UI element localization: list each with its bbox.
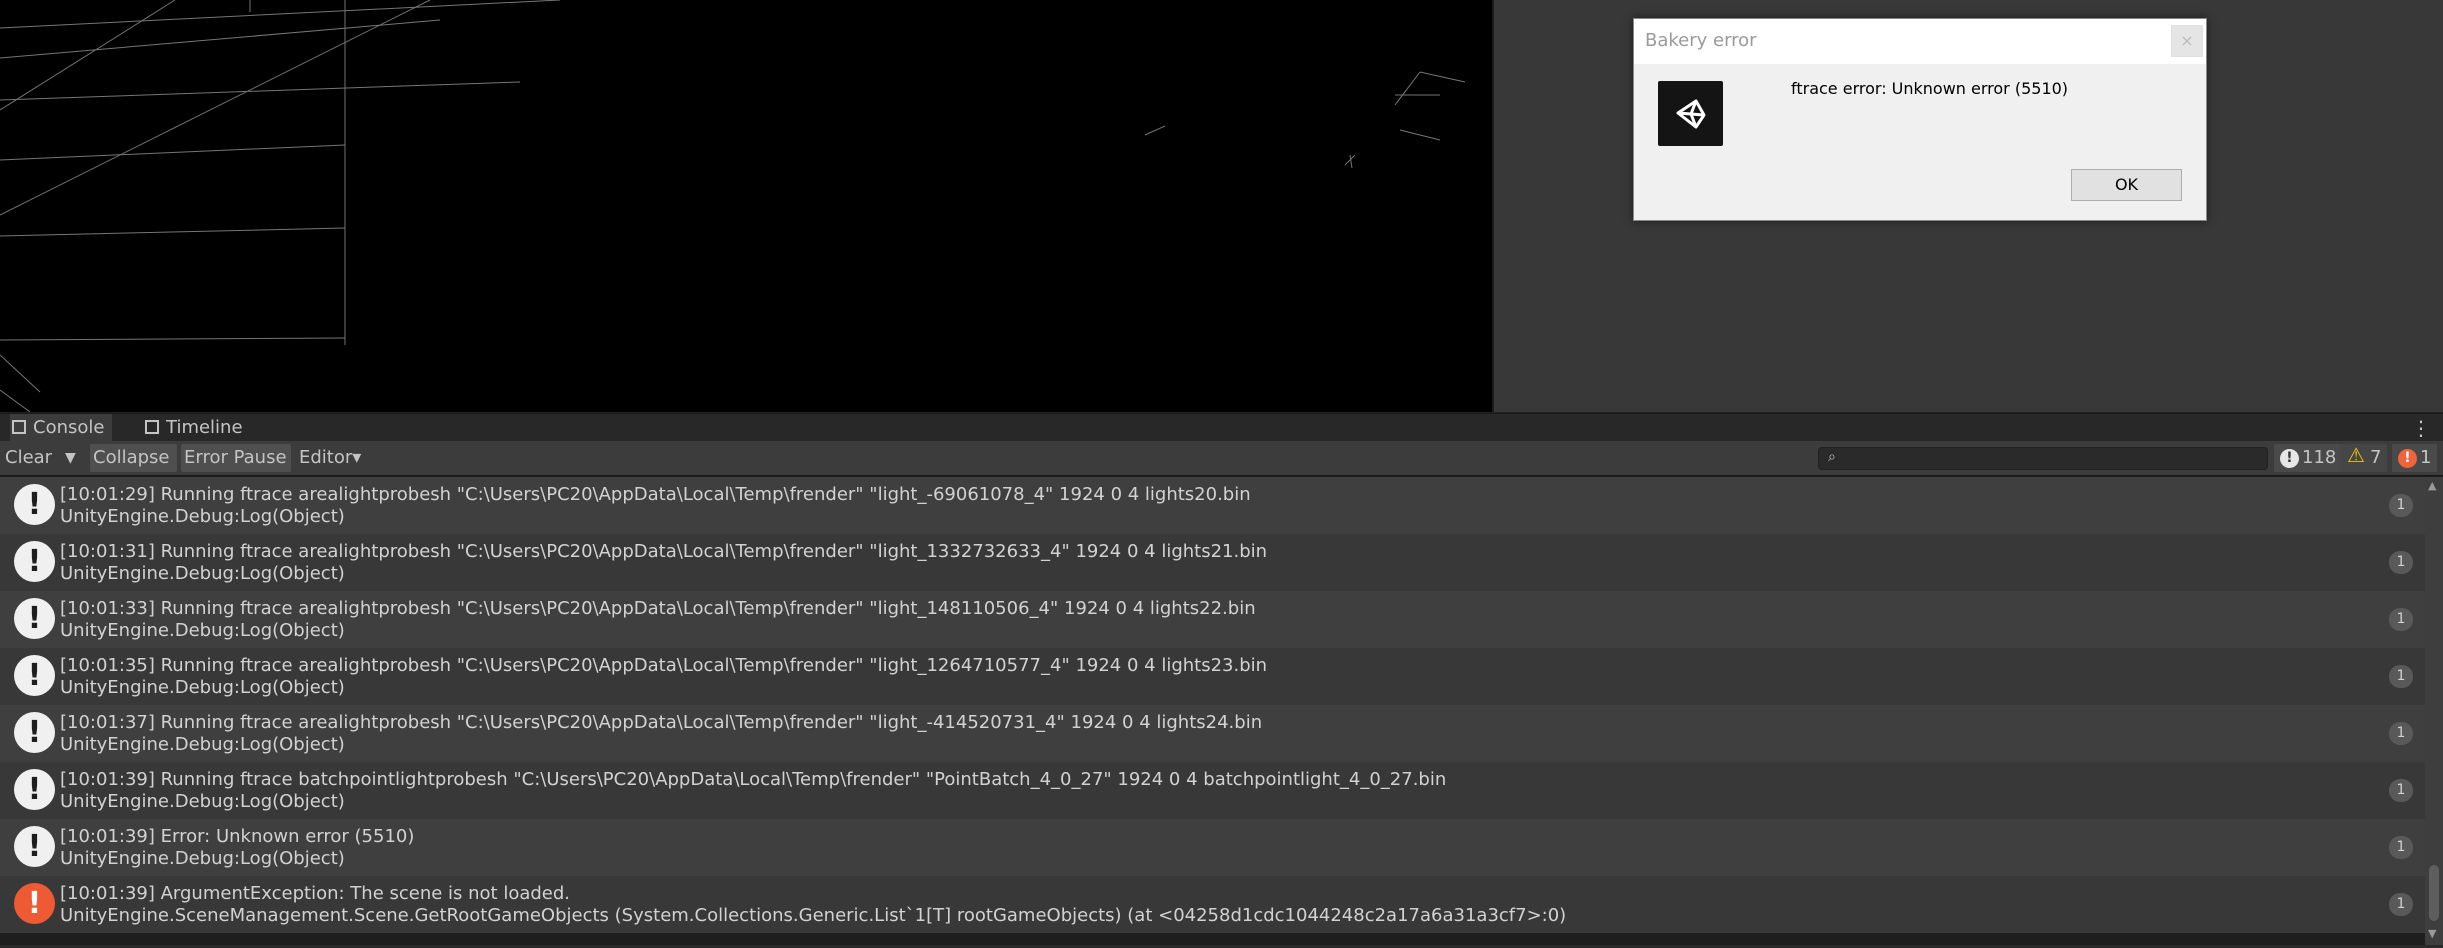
kebab-menu-icon[interactable]: ⋮ <box>2411 416 2431 440</box>
close-icon[interactable]: × <box>2171 25 2203 57</box>
log-entry[interactable]: ! [10:01:35] Running ftrace arealightpro… <box>0 648 2425 705</box>
log-count-badge: 1 <box>2389 779 2413 802</box>
error-icon: ! <box>2398 449 2417 468</box>
error-icon: ! <box>14 883 55 924</box>
error-count: 1 <box>2420 447 2432 468</box>
editor-dropdown-label: Editor <box>299 447 353 468</box>
log-stacktrace: UnityEngine.Debug:Log(Object) <box>60 506 345 527</box>
dialog-message: ftrace error: Unknown error (5510) <box>1791 79 2069 98</box>
info-icon: ! <box>14 598 55 639</box>
info-icon: ! <box>14 484 55 525</box>
log-entry[interactable]: ! [10:01:39] Running ftrace batchpointli… <box>0 762 2425 819</box>
dialog-title: Bakery error <box>1645 30 1757 51</box>
log-message: [10:01:35] Running ftrace arealightprobe… <box>60 655 1268 676</box>
info-icon: ! <box>14 541 55 582</box>
log-stacktrace: UnityEngine.Debug:Log(Object) <box>60 620 345 641</box>
warning-count-toggle[interactable]: ⚠ 7 <box>2339 443 2388 472</box>
error-pause-toggle[interactable]: Error Pause <box>181 444 291 472</box>
collapse-toggle[interactable]: Collapse <box>90 444 177 472</box>
warning-icon: ⚠ <box>2347 443 2365 467</box>
tab-console-label: Console <box>33 417 105 438</box>
clear-dropdown-icon[interactable]: ▼ <box>62 444 79 472</box>
log-stacktrace: UnityEngine.Debug:Log(Object) <box>60 677 345 698</box>
editor-dropdown[interactable]: Editor▾ <box>296 444 364 472</box>
log-entry[interactable]: ! [10:01:37] Running ftrace arealightpro… <box>0 705 2425 762</box>
log-stacktrace: UnityEngine.Debug:Log(Object) <box>60 791 345 812</box>
log-message: [10:01:37] Running ftrace arealightprobe… <box>60 712 1263 733</box>
scene-grid <box>0 0 1466 412</box>
log-count-badge: 1 <box>2389 722 2413 745</box>
log-message: [10:01:39] ArgumentException: The scene … <box>60 883 571 904</box>
log-count-badge: 1 <box>2389 551 2413 574</box>
info-icon: ! <box>14 712 55 753</box>
log-message: [10:01:39] Running ftrace batchpointligh… <box>60 769 1447 790</box>
info-icon: ! <box>14 826 55 867</box>
log-message: [10:01:31] Running ftrace arealightprobe… <box>60 541 1268 562</box>
log-stacktrace: UnityEngine.Debug:Log(Object) <box>60 734 345 755</box>
console-toolbar: Clear ▼ Collapse Error Pause Editor▾ ⌕ !… <box>0 441 2443 476</box>
log-count-toggle[interactable]: ! 118 <box>2274 444 2343 472</box>
scrollbar-thumb[interactable] <box>2429 865 2439 921</box>
clear-button[interactable]: Clear <box>2 444 55 472</box>
console-tabbar: Console Timeline ⋮ <box>0 413 2443 442</box>
scroll-up-icon[interactable]: ▲ <box>2428 479 2436 492</box>
error-entry[interactable]: ! [10:01:39] ArgumentException: The scen… <box>0 876 2425 933</box>
chevron-down-icon: ▾ <box>352 447 362 468</box>
log-scrollbar[interactable]: ▲ ▼ <box>2425 477 2443 945</box>
log-count: 118 <box>2302 447 2337 468</box>
log-stacktrace: UnityEngine.SceneManagement.Scene.GetRoo… <box>60 905 1567 926</box>
info-icon: ! <box>14 769 55 810</box>
info-icon: ! <box>14 655 55 696</box>
ok-button[interactable]: OK <box>2071 169 2182 201</box>
log-count-badge: 1 <box>2389 893 2413 916</box>
log-message: [10:01:33] Running ftrace arealightprobe… <box>60 598 1256 619</box>
search-input[interactable]: ⌕ <box>1818 447 2268 470</box>
timeline-film-icon <box>145 420 159 434</box>
log-stacktrace: UnityEngine.Debug:Log(Object) <box>60 563 345 584</box>
log-message: [10:01:39] Error: Unknown error (5510) <box>60 826 415 847</box>
scroll-down-icon[interactable]: ▼ <box>2428 927 2436 940</box>
log-entry[interactable]: ! [10:01:39] Error: Unknown error (5510)… <box>0 819 2425 876</box>
search-icon: ⌕ <box>1828 449 1836 465</box>
log-entry[interactable]: ! [10:01:33] Running ftrace arealightpro… <box>0 591 2425 648</box>
log-entry[interactable]: ! [10:01:29] Running ftrace arealightpro… <box>0 477 2425 534</box>
tab-timeline-label: Timeline <box>166 417 243 438</box>
tab-console[interactable]: Console <box>10 414 113 442</box>
unity-logo-icon <box>1658 81 1723 146</box>
warning-count: 7 <box>2370 447 2382 468</box>
log-stacktrace: UnityEngine.Debug:Log(Object) <box>60 848 345 869</box>
bakery-error-dialog: Bakery error × ftrace error: Unknown err… <box>1633 18 2207 221</box>
console-list-icon <box>12 420 26 434</box>
log-count-badge: 1 <box>2389 836 2413 859</box>
log-count-badge: 1 <box>2389 494 2413 517</box>
scene-view[interactable] <box>0 0 1492 412</box>
info-icon: ! <box>2280 449 2299 468</box>
dialog-titlebar[interactable]: Bakery error × <box>1634 19 2206 64</box>
log-list[interactable]: ! [10:01:29] Running ftrace arealightpro… <box>0 477 2425 945</box>
log-entry[interactable]: ! [10:01:31] Running ftrace arealightpro… <box>0 534 2425 591</box>
tab-timeline[interactable]: Timeline <box>145 414 243 442</box>
log-count-badge: 1 <box>2389 608 2413 631</box>
log-message: [10:01:29] Running ftrace arealightprobe… <box>60 484 1251 505</box>
log-count-badge: 1 <box>2389 665 2413 688</box>
error-count-toggle[interactable]: ! 1 <box>2392 444 2438 472</box>
